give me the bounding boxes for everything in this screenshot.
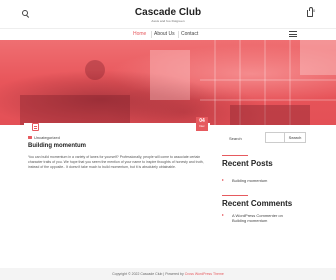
- recent-comments-title: Recent Comments: [222, 199, 293, 208]
- date-badge: 04 Dec: [196, 117, 208, 131]
- site-title[interactable]: Cascade Club: [0, 7, 336, 18]
- nav-item-about-us[interactable]: About Us: [154, 31, 175, 37]
- search-button[interactable]: Search: [284, 132, 306, 143]
- hero-banner: [0, 40, 336, 125]
- recent-post-link[interactable]: Building momentum: [232, 178, 267, 183]
- recent-posts-title: Recent Posts: [222, 159, 273, 168]
- hero-background-image: [20, 40, 336, 125]
- post-category[interactable]: Uncategorized: [28, 135, 60, 140]
- post-category-label[interactable]: Uncategorized: [34, 135, 60, 140]
- main-nav: Home About Us Contact: [0, 28, 336, 40]
- folder-icon: [28, 136, 32, 139]
- nav-divider: [151, 31, 152, 38]
- post-excerpt: You can build momentum in a variety of l…: [28, 155, 204, 169]
- comment-connector: on: [277, 213, 283, 218]
- footer-copyright: Copyright © 2022 Cascade Club | Powered …: [0, 272, 336, 276]
- recent-comment: A WordPress Commenter on Building moment…: [232, 213, 318, 223]
- site-tagline: Assis and foo Dolgreen: [151, 19, 185, 23]
- widget-accent-line: [222, 195, 248, 196]
- nav-item-contact[interactable]: Contact: [181, 31, 198, 37]
- bullet-icon: [222, 179, 224, 181]
- post-card: 04 Dec Uncategorized Building momentum Y…: [24, 117, 210, 247]
- comment-post-link[interactable]: Building momentum: [232, 218, 267, 223]
- date-month: Dec: [199, 124, 205, 128]
- bullet-icon: [222, 214, 224, 216]
- footer-copyright-text: Copyright © 2022 Cascade Club | Powered …: [112, 272, 184, 276]
- post-title[interactable]: Building momentum: [28, 143, 86, 149]
- calendar-icon: [32, 123, 39, 131]
- nav-item-home[interactable]: Home: [133, 31, 146, 37]
- widget-accent-line: [222, 155, 248, 156]
- site-header: Cascade Club Assis and foo Dolgreen 0: [0, 0, 336, 28]
- site-footer: Copyright © 2022 Cascade Club | Powered …: [0, 268, 336, 280]
- search-label: Search: [229, 136, 242, 141]
- cart-count: 0: [313, 8, 316, 13]
- menu-icon[interactable]: [289, 31, 297, 37]
- nav-divider: [178, 31, 179, 38]
- footer-theme-link[interactable]: Cross WordPress Theme: [185, 272, 224, 276]
